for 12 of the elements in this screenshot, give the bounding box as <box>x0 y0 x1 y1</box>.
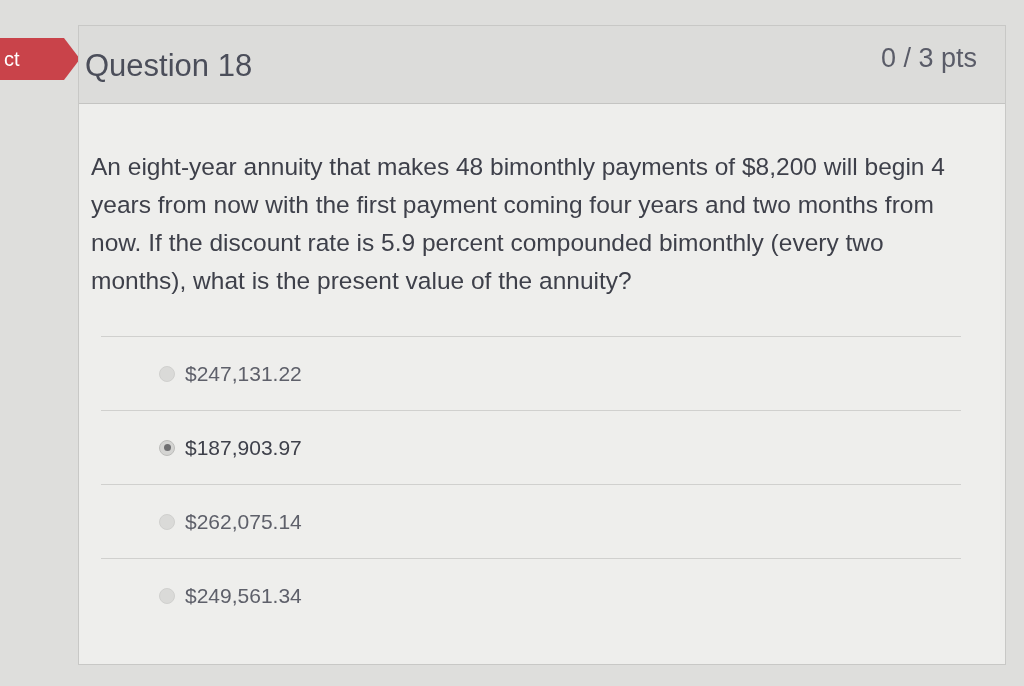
question-title: Question 18 <box>85 47 253 86</box>
points-text: 0 / 3 pts <box>880 42 977 76</box>
radio-button[interactable] <box>159 365 175 382</box>
answer-label[interactable]: $187,903.97 <box>185 431 302 464</box>
radio-button[interactable] <box>159 588 175 604</box>
banner-text: ct <box>4 49 20 69</box>
answer-label[interactable]: $249,561.34 <box>185 580 302 612</box>
answer-label[interactable]: $262,075.14 <box>185 505 302 538</box>
radio-button[interactable] <box>159 513 175 530</box>
radio-button[interactable] <box>159 439 175 456</box>
question-text: An eight-year annuity that makes 48 bimonthly payments of $8,200 will begin 4 years from now with the first payment coming four years and two months from now. If the discount rate is 5.9 percent compounded bimonthly (every two months), what is the present value of the annuity? <box>91 152 946 296</box>
answer-label[interactable]: $247,131.22 <box>185 357 302 390</box>
